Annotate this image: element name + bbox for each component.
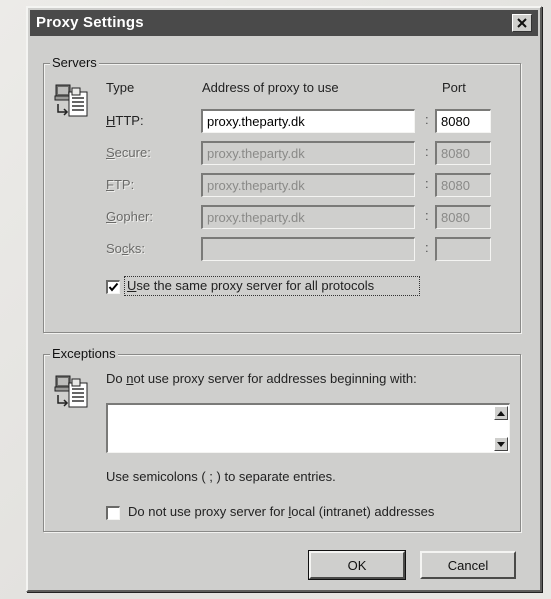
gopher-address-input[interactable]: proxy.theparty.dk (201, 205, 415, 229)
ftp-port-input[interactable]: 8080 (435, 173, 491, 197)
socks-address-input[interactable] (201, 237, 415, 261)
http-colon: : (425, 112, 429, 127)
proxy-settings-dialog: Proxy Settings Servers Type Address of p… (26, 6, 542, 592)
proxy-servers-icon (54, 82, 92, 120)
close-button[interactable] (512, 14, 532, 32)
close-x-icon (517, 18, 527, 28)
socks-port-input[interactable] (435, 237, 491, 261)
gopher-colon: : (425, 208, 429, 223)
scroll-down-arrow-icon (497, 441, 505, 447)
checkmark-icon (108, 282, 119, 292)
ftp-label: FTP: (106, 177, 135, 192)
scroll-up-arrow-icon (497, 410, 505, 416)
servers-group: Servers Type Address of proxy to use Por… (43, 55, 521, 333)
exceptions-group: Exceptions Do not use proxy server for a… (43, 346, 521, 532)
http-address-input[interactable]: proxy.theparty.dk (201, 109, 415, 133)
http-label: HTTP: (106, 113, 144, 128)
address-column-header: Address of proxy to use (202, 80, 339, 95)
gopher-label: Gopher: (106, 209, 153, 224)
ok-button[interactable]: OK (308, 550, 406, 580)
secure-colon: : (425, 144, 429, 159)
exceptions-prompt: Do not use proxy server for addresses be… (106, 371, 417, 386)
scroll-down-button[interactable] (494, 437, 508, 451)
same-proxy-checkbox[interactable] (106, 280, 120, 294)
exceptions-group-label: Exceptions (50, 346, 118, 361)
same-proxy-label[interactable]: Use the same proxy server for all protoc… (127, 278, 374, 293)
secure-address-input[interactable]: proxy.theparty.dk (201, 141, 415, 165)
socks-label: Socks: (106, 241, 146, 256)
title-bar[interactable]: Proxy Settings (30, 10, 538, 36)
http-port-input[interactable]: 8080 (435, 109, 491, 133)
secure-label: Secure: (106, 145, 151, 160)
local-bypass-checkbox[interactable] (106, 506, 120, 520)
scroll-up-button[interactable] (494, 406, 508, 420)
gopher-port-input[interactable]: 8080 (435, 205, 491, 229)
port-column-header: Port (442, 80, 466, 95)
window-title: Proxy Settings (36, 14, 144, 31)
type-column-header: Type (106, 80, 135, 95)
socks-colon: : (425, 240, 429, 255)
servers-group-label: Servers (50, 55, 99, 70)
local-bypass-label[interactable]: Do not use proxy server for local (intra… (128, 504, 434, 519)
exceptions-textarea[interactable] (106, 403, 510, 453)
ftp-colon: : (425, 176, 429, 191)
ftp-address-input[interactable]: proxy.theparty.dk (201, 173, 415, 197)
exceptions-icon (54, 373, 92, 411)
secure-port-input[interactable]: 8080 (435, 141, 491, 165)
cancel-button[interactable]: Cancel (420, 551, 516, 579)
semicolon-hint: Use semicolons ( ; ) to separate entries… (106, 469, 336, 484)
